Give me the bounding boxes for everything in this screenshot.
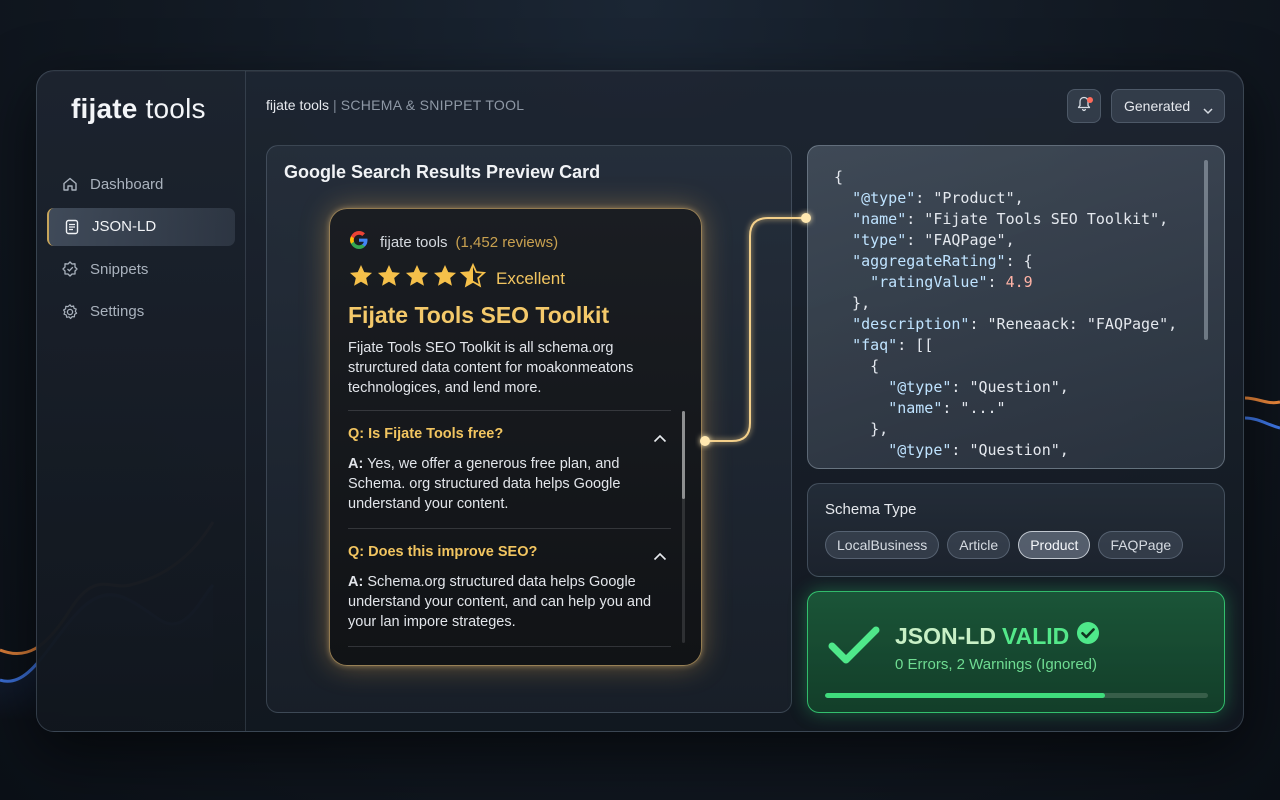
schema-type-label: Schema Type — [825, 501, 917, 518]
breadcrumb-product[interactable]: fijate tools — [266, 97, 329, 113]
sidebar: fijate tools Dashboard JSON-LD Snippets — [37, 71, 246, 731]
star-icon — [376, 263, 404, 294]
faq-answer: A: Schema.org structured data helps Goog… — [348, 572, 671, 632]
preview-panel: Google Search Results Preview Card fijat… — [266, 145, 792, 713]
google-icon — [348, 229, 370, 255]
chevron-up-icon[interactable] — [653, 548, 667, 566]
badge-icon — [61, 260, 79, 278]
star-icon — [348, 263, 376, 294]
card-header: fijate tools (1,452 reviews) — [348, 229, 558, 255]
code-line: { — [834, 168, 844, 186]
result-site-name: fijate tools — [380, 233, 448, 251]
faq-answer: A: Yes, we offer a generous free plan, a… — [348, 454, 671, 514]
star-icon — [404, 263, 432, 294]
star-rating: Excellent — [348, 262, 565, 294]
faq-answer-text: Yes, we offer a generous free plan, and … — [348, 456, 621, 512]
code-line: }, — [834, 294, 871, 312]
home-icon — [61, 175, 79, 193]
star-icon — [432, 263, 460, 294]
rating-label: Excellent — [496, 268, 565, 288]
chevron-up-icon[interactable] — [653, 430, 667, 448]
result-title[interactable]: Fijate Tools SEO Toolkit — [348, 302, 609, 329]
logo-bold-text: fijate — [71, 93, 138, 124]
document-icon — [63, 218, 81, 236]
result-description: Fijate Tools SEO Toolkit is all schema.o… — [348, 340, 634, 396]
code-line: "ratingValue": 4.9 — [870, 273, 1033, 291]
faq-answer-text: Schema.org structured data helps Google … — [348, 574, 652, 630]
sidebar-item-label: Dashboard — [90, 175, 164, 193]
code-line: "aggregateRating": { — [852, 252, 1033, 270]
validation-summary: 0 Errors, 2 Warnings (Ignored) — [895, 656, 1098, 673]
schema-type-chips: LocalBusiness Article Product FAQPage — [825, 531, 1191, 559]
dropdown-value: Generated — [1124, 98, 1191, 114]
code-line: "@type": "Question", — [888, 378, 1069, 396]
chip-localbusiness[interactable]: LocalBusiness — [825, 531, 940, 559]
code-line: { — [834, 357, 880, 375]
sidebar-item-json-ld[interactable]: JSON-LD — [47, 207, 235, 246]
logo-light-text: tools — [137, 93, 206, 124]
generated-dropdown[interactable]: Generated — [1111, 89, 1225, 123]
progress-fill — [825, 693, 1105, 698]
card-scrollbar[interactable] — [682, 411, 685, 643]
chip-product[interactable]: Product — [1018, 531, 1091, 559]
review-count: (1,452 reviews) — [455, 233, 559, 251]
check-circle-icon — [1069, 621, 1100, 651]
check-icon — [828, 626, 880, 671]
validation-title: JSON-LD VALID — [895, 621, 1100, 651]
sidebar-item-label: Snippets — [90, 260, 149, 278]
breadcrumb: fijate tools | SCHEMA & SNIPPET TOOL — [266, 97, 524, 113]
faq-item[interactable]: Q: Is Fijate Tools free? A: Yes, we offe… — [348, 410, 671, 528]
search-result-card[interactable]: fijate tools (1,452 reviews) Excellent F… — [329, 208, 702, 666]
preview-title: Google Search Results Preview Card — [284, 162, 601, 182]
sidebar-item-settings[interactable]: Settings — [47, 293, 235, 331]
code-line: "description": "Reneaack: "FAQPage", — [852, 315, 1178, 333]
app-logo[interactable]: fijate tools — [71, 93, 206, 125]
chip-faqpage[interactable]: FAQPage — [1098, 531, 1184, 559]
sidebar-nav: Dashboard JSON-LD Snippets Settings — [47, 165, 235, 335]
gear-icon — [61, 303, 79, 321]
code-line: }, — [834, 420, 889, 438]
notifications-button[interactable] — [1067, 89, 1101, 123]
json-ld-code-panel[interactable]: { "@type": "Product", "name": "Fijate To… — [807, 145, 1225, 469]
code-line: "name": "Fijate Tools SEO Toolkit", — [852, 210, 1169, 228]
sidebar-item-dashboard[interactable]: Dashboard — [47, 165, 235, 203]
code-line: "faq": [[ — [852, 336, 934, 354]
validation-status-panel: JSON-LD VALID 0 Errors, 2 Warnings (Igno… — [807, 591, 1225, 713]
faq-question: Q: Is Fijate Tools free? — [348, 426, 504, 442]
sidebar-item-snippets[interactable]: Snippets — [47, 250, 235, 288]
code-line: "@type": "Product", — [852, 189, 1024, 207]
code-line: "name": "..." — [888, 399, 1006, 417]
code-line: "type": "FAQPage", — [852, 231, 1015, 249]
validation-title-prefix: JSON-LD — [895, 622, 996, 649]
validation-status-word: VALID — [1001, 622, 1070, 649]
chip-article[interactable]: Article — [947, 531, 1011, 559]
faq-answer-prefix: A: — [348, 456, 364, 472]
app-window: fijate tools Dashboard JSON-LD Snippets — [36, 70, 1244, 732]
chevron-down-icon — [1203, 102, 1213, 118]
json-ld-code: { "@type": "Product", "name": "Fijate To… — [834, 167, 1177, 461]
notification-dot — [1087, 97, 1093, 103]
sidebar-item-label: Settings — [90, 303, 145, 320]
faq-list: Q: Is Fijate Tools free? A: Yes, we offe… — [348, 410, 671, 647]
breadcrumb-subtitle: SCHEMA & SNIPPET TOOL — [340, 97, 525, 113]
sidebar-item-label: JSON-LD — [92, 218, 157, 235]
faq-divider — [348, 646, 671, 647]
faq-question: Q: Does this improve SEO? — [348, 544, 538, 560]
faq-item[interactable]: Q: Does this improve SEO? A: Schema.org … — [348, 528, 671, 646]
half-star-icon — [459, 262, 488, 294]
code-scrollbar[interactable] — [1204, 160, 1208, 340]
faq-answer-prefix: A: — [348, 574, 364, 590]
schema-type-panel: Schema Type LocalBusiness Article Produc… — [807, 483, 1225, 577]
scrollbar-thumb[interactable] — [682, 411, 685, 499]
code-line: "@type": "Question", — [888, 441, 1069, 459]
validation-progress-bar — [825, 693, 1208, 698]
breadcrumb-separator: | — [333, 97, 337, 113]
